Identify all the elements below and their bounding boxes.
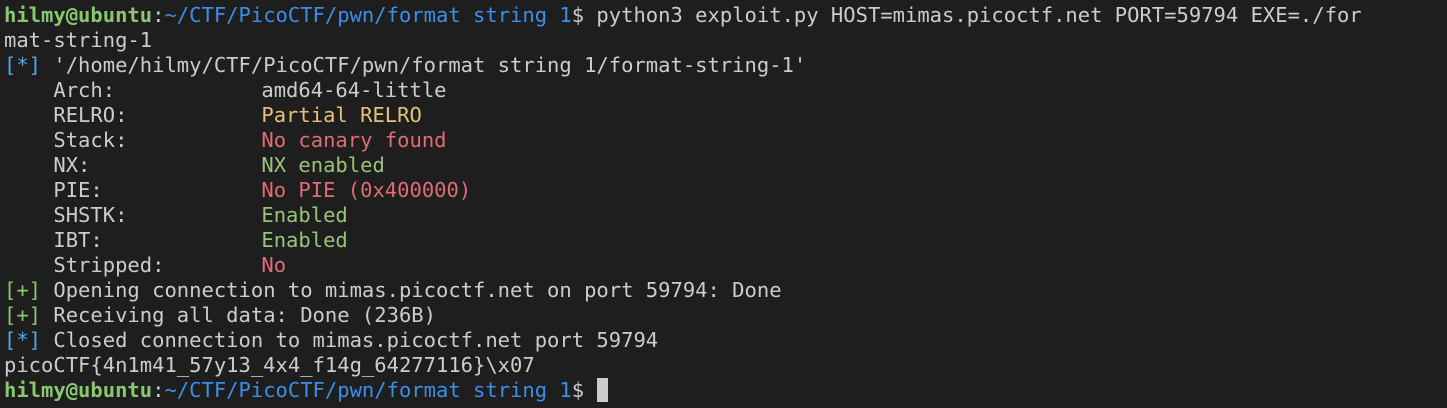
prompt-path: ~/CTF/PicoCTF/pwn/format string 1 [164,378,572,402]
log-line: [+] Opening connection to mimas.picoctf.… [4,278,1447,303]
prompt-separator: : [152,3,165,27]
checksec-label: RELRO: [53,103,128,127]
checksec-row-pie: PIE: No PIE (0x400000) [4,178,1447,203]
prompt-symbol: $ [571,378,585,402]
log-line: [*] Closed connection to mimas.picoctf.n… [4,328,1447,353]
checksec-row-ibt: IBT: Enabled [4,228,1447,253]
command-line-wrap: mat-string-1 [4,28,1447,53]
checksec-label: IBT: [53,228,103,252]
checksec-header: [*] '/home/hilmy/CTF/PicoCTF/pwn/format … [4,53,1447,78]
prompt-separator: : [152,378,165,402]
checksec-value: Enabled [261,228,348,252]
checksec-value: Enabled [261,203,348,227]
checksec-label: SHSTK: [53,203,128,227]
prompt-user-host: hilmy@ubuntu [4,378,153,402]
terminal-window[interactable]: hilmy@ubuntu:~/CTF/PicoCTF/pwn/format st… [0,0,1447,408]
log-text: Opening connection to mimas.picoctf.net … [41,278,782,302]
text-cursor[interactable] [597,378,609,402]
checksec-value: Partial RELRO [261,103,422,127]
success-marker: [+] [4,278,42,302]
checksec-row-arch: Arch: amd64-64-little [4,78,1447,103]
prompt-symbol: $ [571,3,585,27]
checksec-label: Stack: [53,128,128,152]
command-text: python3 exploit.py HOST=mimas.picoctf.ne… [584,3,1362,27]
checksec-value: No PIE (0x400000) [261,178,472,202]
checksec-label: Arch: [53,78,116,102]
command-text-wrap: mat-string-1 [4,28,153,52]
checksec-row-nx: NX: NX enabled [4,153,1447,178]
checksec-row-stripped: Stripped: No [4,253,1447,278]
prompt-line[interactable]: hilmy@ubuntu:~/CTF/PicoCTF/pwn/format st… [4,378,1447,403]
checksec-value: amd64-64-little [261,78,447,102]
log-line: [+] Receiving all data: Done (236B) [4,303,1447,328]
log-text: Receiving all data: Done (236B) [41,303,436,327]
checksec-label: Stripped: [53,253,165,277]
flag-output-line: picoCTF{4n1m41_57y13_4x4_f14g_64277116}\… [4,353,1447,378]
checksec-file: '/home/hilmy/CTF/PicoCTF/pwn/format stri… [41,53,807,77]
command-line: hilmy@ubuntu:~/CTF/PicoCTF/pwn/format st… [4,3,1447,28]
prompt-user-host: hilmy@ubuntu [4,3,153,27]
log-text: Closed connection to mimas.picoctf.net p… [41,328,659,352]
info-marker: [*] [4,328,42,352]
checksec-value: No [261,253,287,277]
flag-output: picoCTF{4n1m41_57y13_4x4_f14g_64277116}\… [4,353,535,377]
success-marker: [+] [4,303,42,327]
checksec-row-shstk: SHSTK: Enabled [4,203,1447,228]
checksec-label: PIE: [53,178,103,202]
checksec-label: NX: [53,153,91,177]
info-marker: [*] [4,53,42,77]
checksec-value: No canary found [261,128,447,152]
checksec-row-relro: RELRO: Partial RELRO [4,103,1447,128]
checksec-value: NX enabled [261,153,385,177]
checksec-row-stack: Stack: No canary found [4,128,1447,153]
prompt-path: ~/CTF/PicoCTF/pwn/format string 1 [164,3,572,27]
